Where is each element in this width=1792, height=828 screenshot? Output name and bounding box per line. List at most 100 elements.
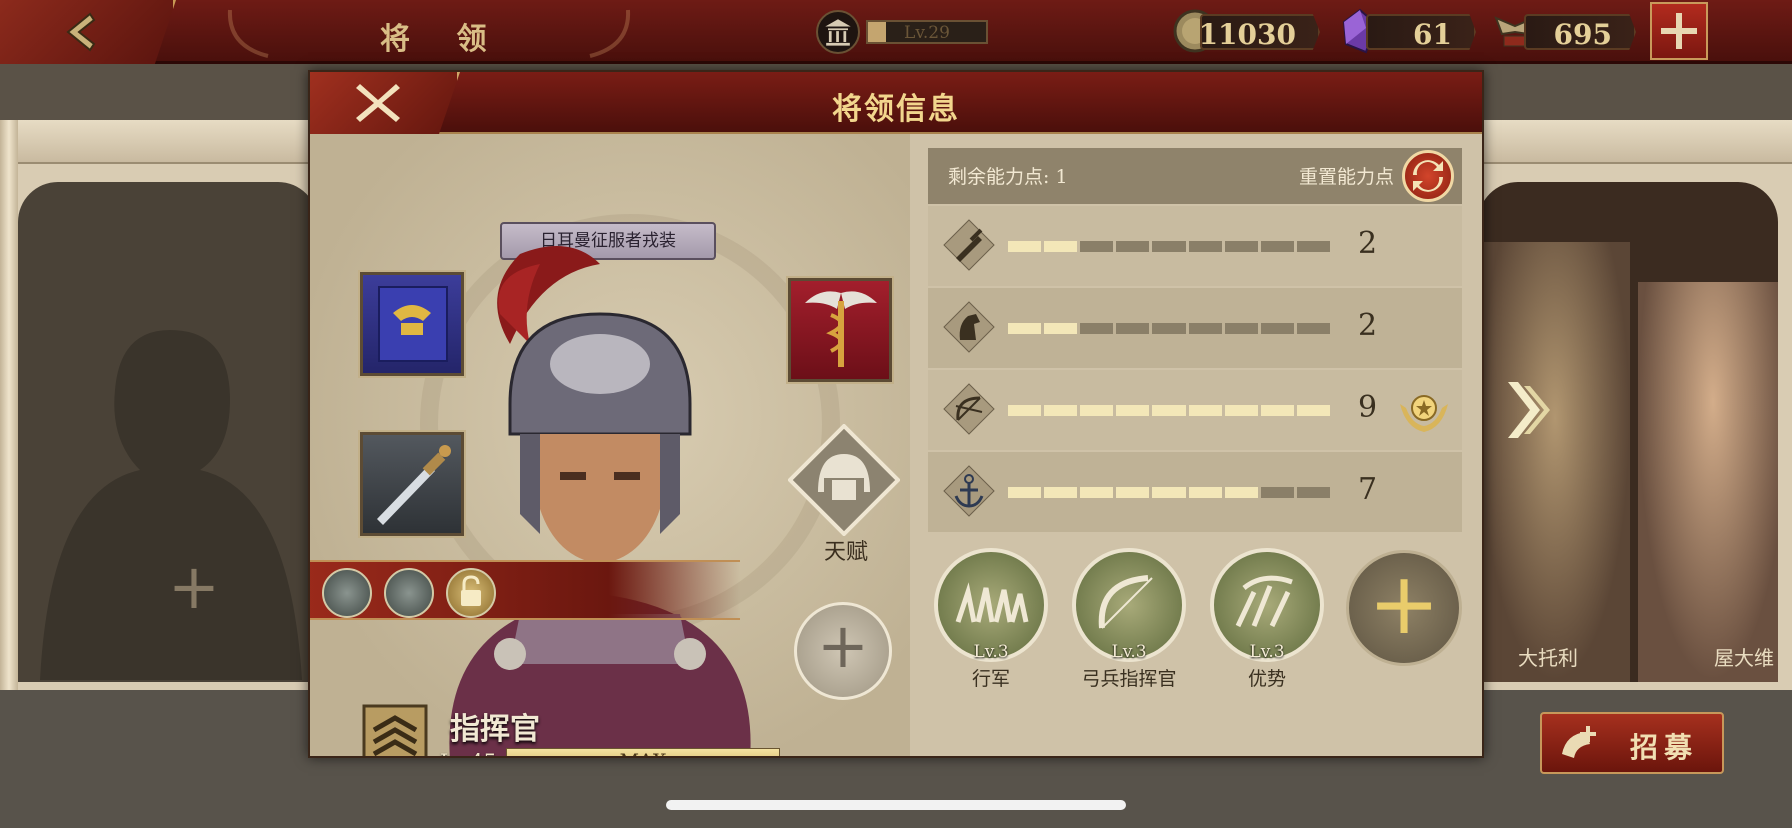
anchor-icon bbox=[943, 465, 995, 517]
honor-value: 695 bbox=[1553, 18, 1612, 51]
next-chevron-icon[interactable] bbox=[1504, 380, 1554, 440]
stat-segment bbox=[1008, 241, 1042, 252]
add-talent-button[interactable]: + bbox=[794, 602, 892, 700]
stat-segment bbox=[1152, 487, 1186, 498]
ability-name: 优势 bbox=[1247, 668, 1286, 690]
hero-name: 大托利 bbox=[1518, 646, 1578, 670]
stat-segment bbox=[1260, 487, 1294, 498]
stat-segment bbox=[1116, 241, 1150, 252]
city-hall-icon bbox=[816, 10, 860, 54]
rank-name: 指挥官 bbox=[450, 712, 540, 747]
stat-segment bbox=[1188, 487, 1222, 498]
hero-portrait bbox=[1638, 282, 1778, 682]
laurel-icon bbox=[589, 9, 631, 58]
unlock-skill-icon[interactable] bbox=[446, 568, 496, 618]
back-button[interactable] bbox=[0, 0, 176, 64]
cavalry-icon bbox=[943, 301, 995, 353]
stat-segment bbox=[1116, 487, 1150, 498]
level-bar-label: MAX bbox=[507, 750, 779, 756]
stat-row-infantry: 2 bbox=[928, 206, 1462, 286]
stat-bar bbox=[1008, 487, 1330, 498]
stat-segment bbox=[1260, 323, 1294, 334]
add-resources-button[interactable] bbox=[1650, 2, 1708, 60]
stat-segment bbox=[1296, 405, 1330, 416]
ability-archer-commander[interactable]: Lv.3 弓兵指挥官 bbox=[1070, 548, 1188, 691]
stat-segment bbox=[1296, 241, 1330, 252]
ability-name: 弓兵指挥官 bbox=[1081, 668, 1177, 690]
home-indicator[interactable] bbox=[666, 800, 1126, 810]
reset-points-label: 重置能力点 bbox=[1298, 166, 1394, 188]
remaining-points: 剩余能力点: 1 bbox=[948, 166, 1068, 188]
plus-icon: + bbox=[1367, 554, 1441, 654]
ability-level: Lv.3 bbox=[1111, 642, 1147, 662]
equipment-slot-caduceus[interactable] bbox=[788, 278, 892, 382]
stat-segment bbox=[1260, 241, 1294, 252]
hero-name: 屋大维 bbox=[1714, 646, 1774, 670]
level-bar: MAX bbox=[506, 748, 780, 756]
mastery-medal-icon[interactable] bbox=[1396, 384, 1452, 436]
sword-icon bbox=[943, 219, 995, 271]
stat-segment bbox=[1188, 323, 1222, 334]
ability-advantage[interactable]: Lv.3 优势 bbox=[1208, 548, 1326, 691]
shield-skill-icon[interactable] bbox=[322, 568, 372, 618]
talent-helmet-icon[interactable] bbox=[788, 424, 900, 536]
stat-segment bbox=[1080, 323, 1114, 334]
recruit-button[interactable]: 招募 bbox=[1540, 712, 1724, 774]
stat-segment bbox=[1188, 405, 1222, 416]
gems-counter: 61 bbox=[1366, 14, 1476, 50]
hero-portrait bbox=[1480, 242, 1630, 682]
ability-name: 行军 bbox=[971, 668, 1010, 690]
general-art-area: 日耳曼征服者戎装 天赋 + 指挥官 bbox=[310, 134, 910, 756]
bow-skill-icon: Lv.3 bbox=[1072, 548, 1186, 662]
stat-segment bbox=[1008, 487, 1042, 498]
ability-level: Lv.3 bbox=[973, 642, 1009, 662]
modal-title: 将领信息 bbox=[832, 92, 960, 127]
recruit-label: 招募 bbox=[1630, 731, 1699, 764]
stat-value: 2 bbox=[1358, 308, 1378, 343]
hero-silhouette-icon bbox=[40, 330, 302, 680]
general-info-modal: 将领信息 日耳曼征服者戎装 天赋 + 指挥官 剩余能力点: 1 重置能力点 2 … bbox=[308, 70, 1484, 758]
stat-segment bbox=[1044, 323, 1078, 334]
stat-bar bbox=[1008, 323, 1330, 334]
lock-icon bbox=[461, 575, 481, 606]
talent-label: 天赋 bbox=[823, 540, 868, 565]
coins-counter: 11030 bbox=[1200, 14, 1320, 50]
screen-title: 将 领 bbox=[380, 22, 505, 57]
stats-header: 剩余能力点: 1 重置能力点 bbox=[928, 148, 1462, 204]
refresh-icon bbox=[1413, 160, 1443, 192]
stat-row-archer: 9 bbox=[928, 370, 1462, 450]
add-hero-icon[interactable]: + bbox=[168, 550, 220, 623]
add-ability-button[interactable]: + bbox=[1346, 550, 1462, 666]
city-level[interactable]: Lv.29 bbox=[816, 10, 988, 54]
city-level-bar: Lv.29 bbox=[866, 20, 988, 44]
stat-bar bbox=[1008, 405, 1330, 416]
modal-header: 将领信息 bbox=[310, 72, 1482, 134]
rank-badge-icon bbox=[362, 704, 428, 756]
stat-segment bbox=[1224, 323, 1258, 334]
ability-march[interactable]: Lv.3 行军 bbox=[932, 548, 1050, 691]
march-skill-icon: Lv.3 bbox=[934, 548, 1048, 662]
skill-strip bbox=[310, 560, 740, 620]
stat-segment bbox=[1080, 487, 1114, 498]
city-level-label: Lv.29 bbox=[904, 23, 950, 43]
bow-icon bbox=[943, 383, 995, 435]
honor-counter: 695 bbox=[1524, 14, 1636, 50]
stat-segment bbox=[1116, 323, 1150, 334]
caduceus-icon bbox=[805, 291, 877, 367]
stat-segment bbox=[1008, 405, 1042, 416]
coins-value: 11030 bbox=[1198, 18, 1296, 51]
stat-segment bbox=[1008, 323, 1042, 334]
stat-segment bbox=[1260, 405, 1294, 416]
stat-segment bbox=[1152, 323, 1186, 334]
stat-segment bbox=[1224, 405, 1258, 416]
stat-segment bbox=[1188, 241, 1222, 252]
plus-icon bbox=[1661, 13, 1697, 49]
stat-bar bbox=[1008, 241, 1330, 252]
top-bar: 将 领 Lv.29 11030 61 695 bbox=[0, 0, 1792, 64]
fortify-skill-icon[interactable] bbox=[384, 568, 434, 618]
stat-segment bbox=[1224, 241, 1258, 252]
stat-segment bbox=[1044, 405, 1078, 416]
reset-points-button[interactable] bbox=[1402, 150, 1454, 202]
laurel-icon bbox=[227, 9, 269, 58]
stat-segment bbox=[1116, 405, 1150, 416]
